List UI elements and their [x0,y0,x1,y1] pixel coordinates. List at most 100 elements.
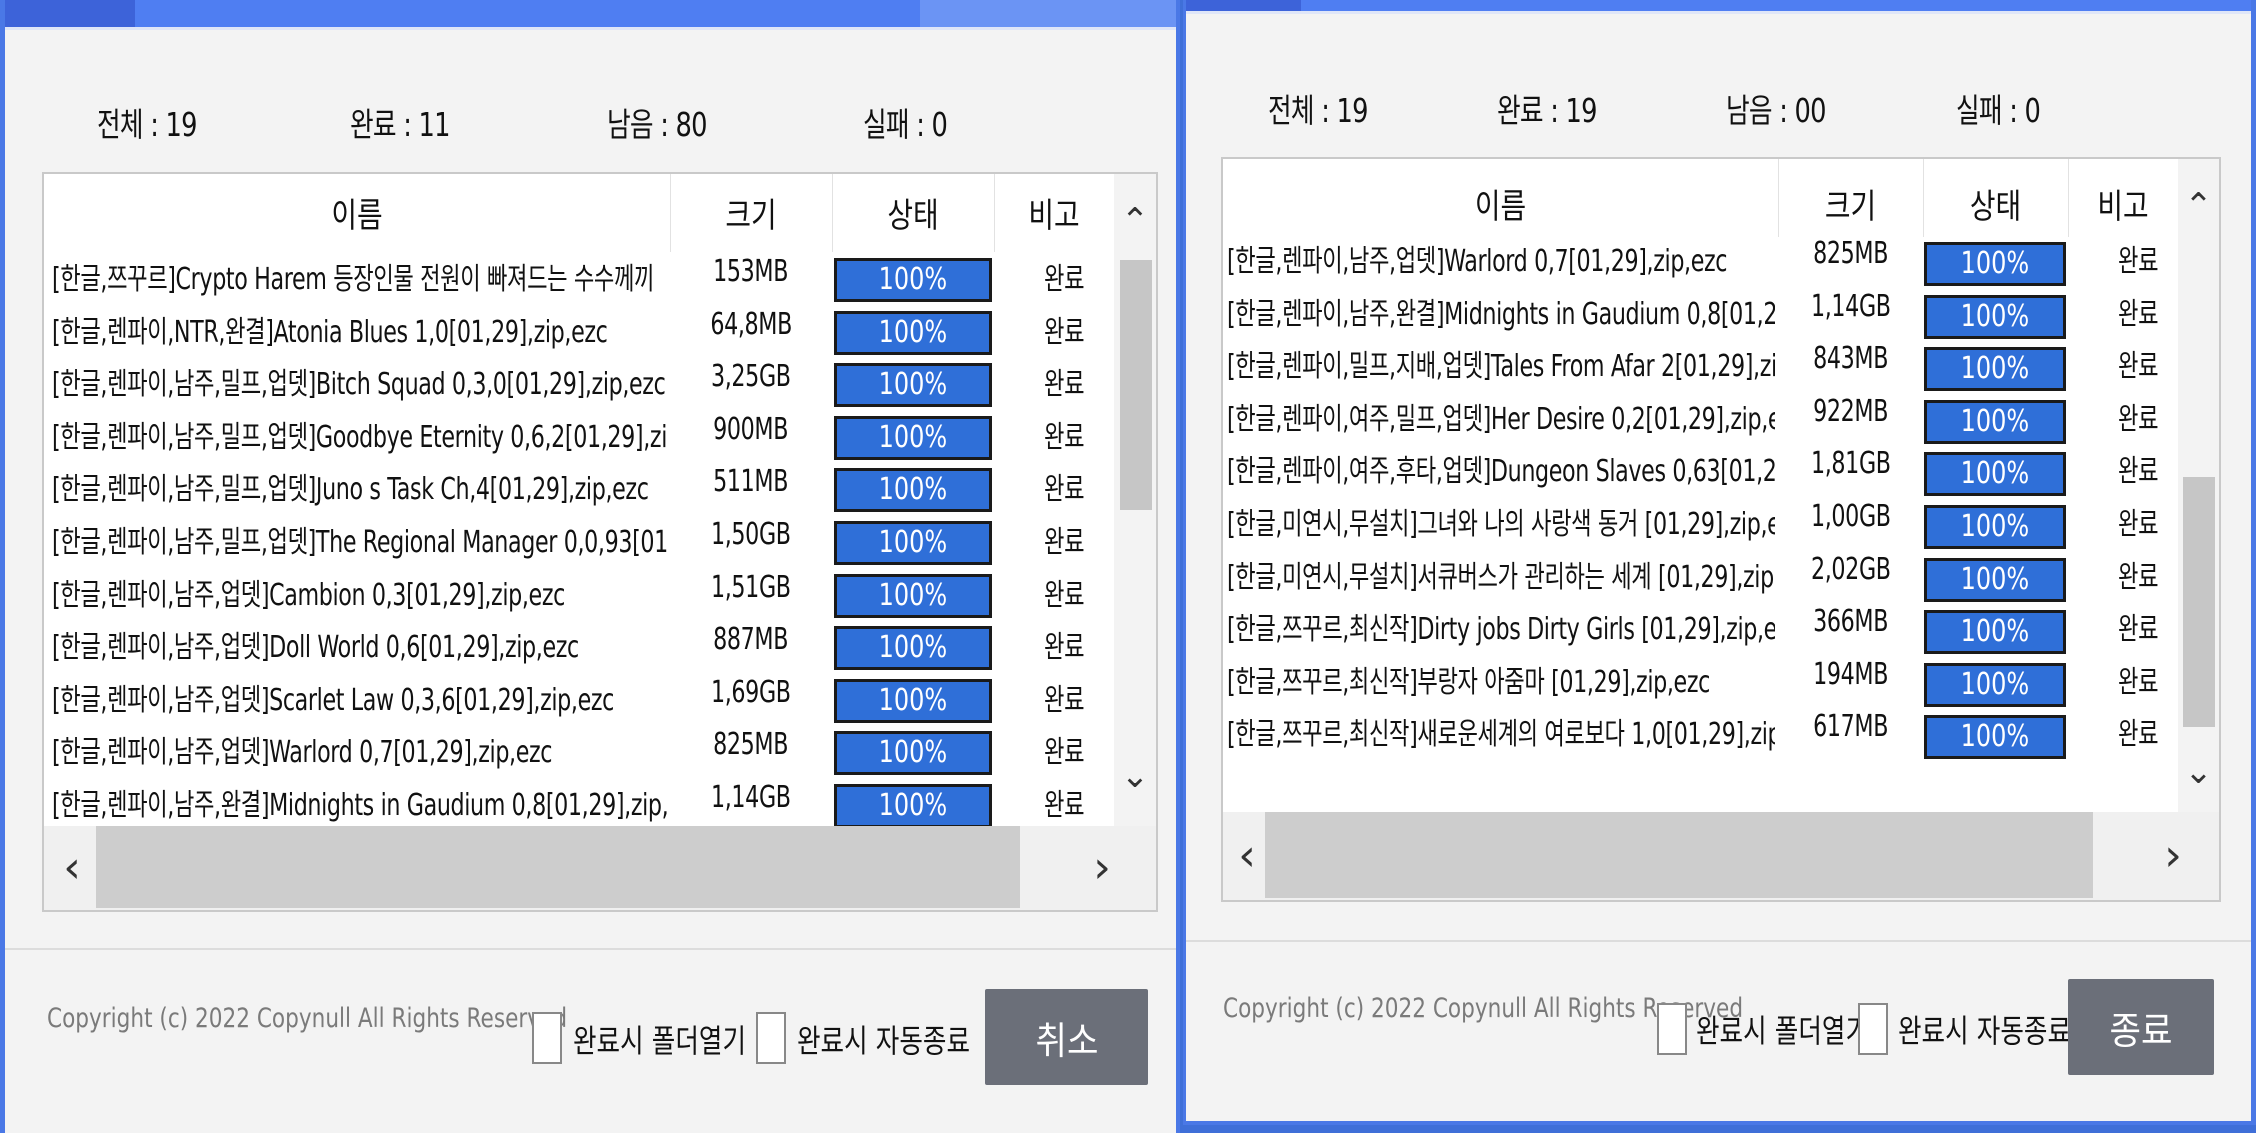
stat-remaining: 남음 : 00 [1726,91,1826,130]
status-note: 완료 [1043,419,1085,455]
list-item[interactable]: [한글,쯔꾸르,최신작]Dirty jobs Dirty Girls [01,2… [1223,602,2178,655]
progress-percent: 100% [1960,561,2030,597]
progress-bar: 100% [834,363,992,408]
column-header-size[interactable]: 크기 [685,188,818,237]
close-button[interactable]: 종료 [2068,979,2214,1075]
close-button-label: 종료 [2109,1008,2173,1053]
column-header-note[interactable]: 비고 [1005,188,1103,237]
status-note: 완료 [2117,401,2159,437]
auto-close-label[interactable]: 완료시 자동종료 [797,1016,970,1062]
file-size: 825MB [713,727,789,763]
list-item[interactable]: [한글,렌파이,밀프,지배,업뎃]Tales From Afar 2[01,29… [1223,339,2178,392]
file-name: [한글,렌파이,남주,업뎃]Warlord 0,7[01,29],zip,ezc [1227,244,1728,279]
file-name: [한글,렌파이,남주,밀프,업뎃]Bitch Squad 0,3,0[01,29… [52,367,666,403]
list-item[interactable]: [한글,쯔꾸르,최신작]새로운세계의 여로보다 1,0[01,29],zip,e… [1223,707,2178,760]
file-name: [한글,쯔꾸르,최신작]Dirty jobs Dirty Girls [01,2… [1227,612,1775,648]
horizontal-scrollbar[interactable]: ‹ › [1223,812,2219,900]
scroll-left-arrow-icon[interactable]: ‹ [52,846,92,890]
column-header-name[interactable]: 이름 [1273,179,1728,228]
list-item[interactable]: [한글,렌파이,남주,완결]Midnights in Gaudium 0,8[0… [1223,287,2178,340]
progress-bar: 100% [834,731,992,776]
file-size: 153MB [713,254,789,289]
list-item[interactable]: [한글,렌파이,남주,업뎃]Cambion 0,3[01,29],zip,ezc… [44,568,1112,621]
file-name: [한글,렌파이,남주,업뎃]Warlord 0,7[01,29],zip,ezc [52,735,553,771]
list-item[interactable]: [한글,렌파이,여주,밀프,업뎃]Her Desire 0,2[01,29],z… [1223,392,2178,445]
download-window-left: 전체 : 19 완료 : 11 남음 : 80 실패 : 0 이름 크기 상태 … [0,0,1180,1133]
file-name: [한글,렌파이,밀프,지배,업뎃]Tales From Afar 2[01,29… [1227,349,1775,385]
status-note: 완료 [1043,630,1085,666]
column-header-note[interactable]: 비고 [2078,179,2168,228]
list-item[interactable]: [한글,쯔꾸르]Crypto Harem 등장인물 전원이 빠져드는 수수께끼 1… [44,252,1112,305]
open-folder-checkbox[interactable] [1657,1003,1687,1055]
list-item[interactable]: [한글,렌파이,여주,후타,업뎃]Dungeon Slaves 0,63[01,… [1223,444,2178,497]
open-folder-label[interactable]: 완료시 폴더열기 [1696,1006,1869,1052]
file-name: [한글,렌파이,남주,업뎃]Scarlet Law 0,3,6[01,29],z… [52,682,614,718]
scroll-up-arrow-icon[interactable]: ⌃ [1114,204,1156,238]
scroll-right-arrow-icon[interactable]: › [1082,846,1122,890]
list-item[interactable]: [한글,렌파이,남주,밀프,업뎃]Bitch Squad 0,3,0[01,29… [44,357,1112,410]
status-note: 완료 [2117,717,2159,753]
vertical-scroll-thumb[interactable] [2183,477,2215,727]
column-header-size[interactable]: 크기 [1791,179,1910,228]
column-header-status[interactable]: 상태 [1936,179,2055,228]
vertical-scrollbar[interactable]: ⌃ ⌄ [2178,159,2219,812]
progress-percent: 100% [878,525,948,560]
file-list[interactable]: 이름 크기 상태 비고 [한글,쯔꾸르]Crypto Harem 등장인물 전원… [42,172,1158,912]
open-folder-label[interactable]: 완료시 폴더열기 [573,1016,746,1062]
column-header-name[interactable]: 이름 [100,188,613,237]
horizontal-scroll-thumb[interactable] [1265,812,2093,898]
progress-percent: 100% [1960,298,2030,334]
progress-bar: 100% [1924,557,2066,602]
scroll-up-arrow-icon[interactable]: ⌃ [2178,189,2219,223]
file-size: 2,02GB [1810,551,1891,587]
file-size: 1,81GB [1810,446,1891,482]
auto-close-label[interactable]: 완료시 자동종료 [1898,1006,2071,1052]
column-header-status[interactable]: 상태 [847,188,980,237]
progress-percent: 100% [878,682,948,718]
progress-bar: 100% [834,258,992,302]
list-item[interactable]: [한글,렌파이,NTR,완결]Atonia Blues 1,0[01,29],z… [44,305,1112,358]
scroll-down-arrow-icon[interactable]: ⌄ [2178,755,2219,789]
progress-bar: 100% [1924,662,2066,707]
list-item[interactable]: [한글,렌파이,남주,업뎃]Scarlet Law 0,3,6[01,29],z… [44,673,1112,726]
file-name: [한글,렌파이,NTR,완결]Atonia Blues 1,0[01,29],z… [52,314,608,350]
progress-percent: 100% [878,262,948,297]
status-note: 완료 [1043,682,1085,718]
title-bar[interactable] [1186,0,2251,14]
vertical-scroll-thumb[interactable] [1120,260,1152,510]
horizontal-scrollbar[interactable]: ‹ › [44,826,1156,910]
list-item[interactable]: [한글,렌파이,남주,완결]Midnights in Gaudium 0,8[0… [44,778,1112,831]
status-note: 완료 [1043,367,1085,403]
list-item[interactable]: [한글,렌파이,남주,밀프,업뎃]Juno s Task Ch,4[01,29]… [44,462,1112,515]
file-name: [한글,쯔꾸르,최신작]새로운세계의 여로보다 1,0[01,29],zip,e… [1227,717,1775,753]
list-item[interactable]: [한글,렌파이,남주,업뎃]Doll World 0,6[01,29],zip,… [44,620,1112,673]
cancel-button[interactable]: 취소 [985,989,1148,1085]
scroll-left-arrow-icon[interactable]: ‹ [1227,834,1267,878]
scroll-down-arrow-icon[interactable]: ⌄ [1114,759,1156,793]
file-size: 3,25GB [711,359,791,395]
progress-percent: 100% [1960,403,2030,439]
auto-close-checkbox[interactable] [1858,1003,1888,1055]
file-list[interactable]: 이름 크기 상태 비고 [한글,렌파이,남주,업뎃]Warlord 0,7[01… [1221,157,2221,902]
footer-divider [5,948,1176,950]
progress-percent: 100% [878,735,948,771]
list-item[interactable]: [한글,렌파이,남주,밀프,업뎃]The Regional Manager 0,… [44,515,1112,568]
file-size: 617MB [1813,709,1888,745]
auto-close-checkbox[interactable] [756,1012,786,1064]
horizontal-scroll-thumb[interactable] [96,826,1020,908]
list-item[interactable]: [한글,렌파이,남주,업뎃]Warlord 0,7[01,29],zip,ezc… [1223,234,2178,287]
list-item[interactable]: [한글,쯔꾸르,최신작]부랑자 아줌마 [01,29],zip,ezc 194MB… [1223,655,2178,708]
progress-bar: 100% [1924,610,2066,655]
open-folder-checkbox[interactable] [532,1012,562,1064]
progress-percent: 100% [1960,456,2030,492]
list-item[interactable]: [한글,렌파이,남주,업뎃]Warlord 0,7[01,29],zip,ezc… [44,725,1112,778]
scroll-right-arrow-icon[interactable]: › [2153,834,2193,878]
list-item[interactable]: [한글,렌파이,남주,밀프,업뎃]Goodbye Eternity 0,6,2[… [44,410,1112,463]
progress-percent: 100% [878,314,948,350]
title-bar[interactable] [5,0,1176,30]
list-item[interactable]: [한글,미연시,무설치]그녀와 나의 사랑색 동거 [01,29],zip,ez… [1223,497,2178,550]
file-size: 194MB [1813,656,1888,692]
file-size: 1,00GB [1810,499,1891,534]
vertical-scrollbar[interactable]: ⌃ ⌄ [1114,174,1156,826]
list-item[interactable]: [한글,미연시,무설치]서큐버스가 관리하는 세계 [01,29],zip,ez… [1223,550,2178,603]
